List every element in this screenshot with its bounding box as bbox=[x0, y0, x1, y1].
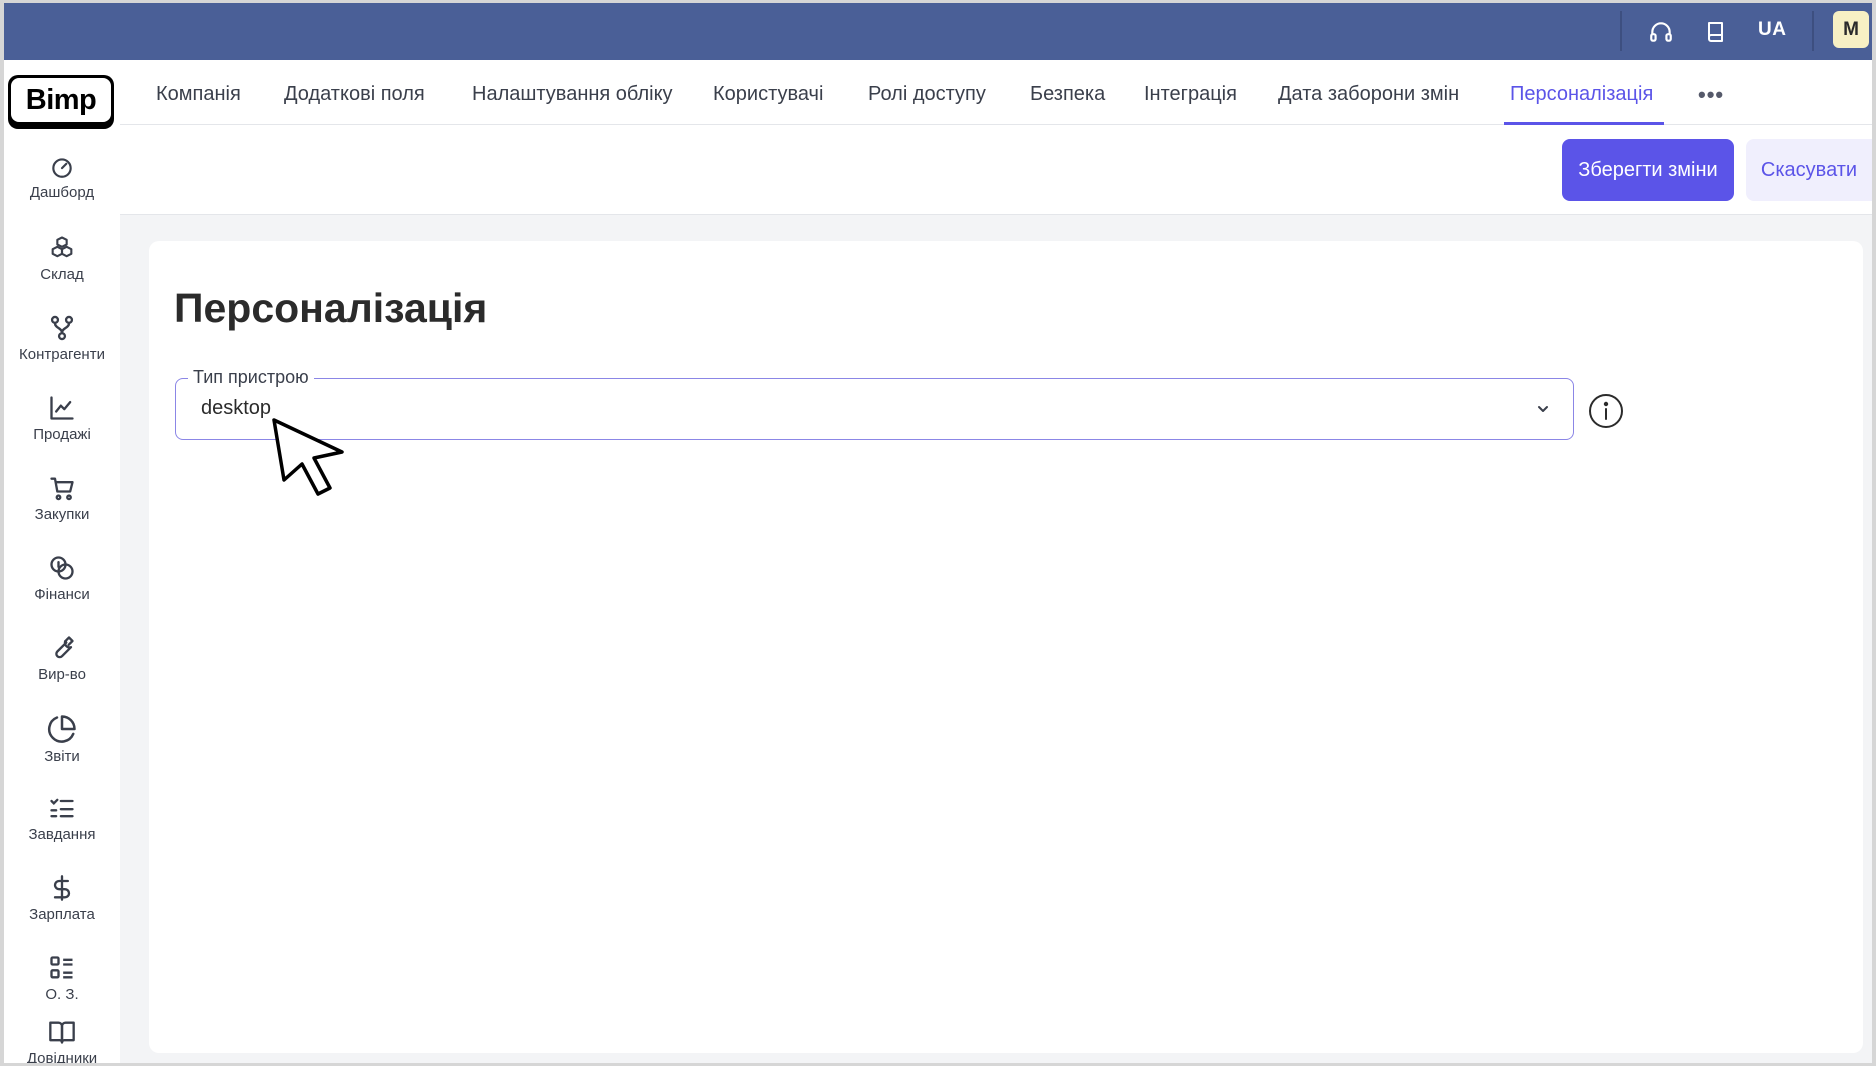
save-button[interactable]: Зберегти зміни bbox=[1562, 139, 1734, 201]
grid-list-icon bbox=[50, 956, 73, 979]
sidebar-item-label: Звіти bbox=[44, 748, 80, 765]
gauge-icon bbox=[52, 158, 72, 178]
cancel-button[interactable]: Скасувати bbox=[1746, 139, 1872, 201]
dollar-icon bbox=[53, 875, 71, 901]
device-type-select[interactable]: Тип пристрою desktop bbox=[175, 367, 1574, 440]
sidebar-item-label: Зарплата bbox=[29, 906, 95, 923]
sidebar: Bimp Дашборд Склад Контрагенти Продажі З… bbox=[4, 60, 120, 1063]
logo-text: Bimp bbox=[11, 78, 111, 122]
sidebar-item-dashboard[interactable]: Дашборд bbox=[4, 154, 120, 226]
sidebar-item-warehouse[interactable]: Склад bbox=[4, 234, 120, 306]
tab-security[interactable]: Безпека bbox=[1030, 83, 1105, 106]
cart-icon bbox=[50, 477, 74, 501]
sidebar-item-label: Довідники bbox=[26, 1050, 98, 1063]
coins-icon bbox=[50, 556, 74, 580]
app-window: UA M Bimp Дашборд Склад Контрагенти Прод… bbox=[4, 3, 1872, 1063]
more-tabs-button[interactable]: ••• bbox=[1698, 82, 1724, 108]
sidebar-item-purchases[interactable]: Закупки bbox=[4, 474, 120, 546]
book-icon[interactable] bbox=[1702, 18, 1730, 46]
tab-additional-fields[interactable]: Додаткові поля bbox=[284, 83, 425, 106]
tab-integration[interactable]: Інтеграція bbox=[1144, 83, 1237, 106]
tab-company[interactable]: Компанія bbox=[156, 83, 241, 106]
settings-tabs: Компанія Додаткові поля Налаштування обл… bbox=[120, 60, 1872, 125]
sidebar-item-finance[interactable]: Фінанси bbox=[4, 554, 120, 626]
page-title: Персоналізація bbox=[174, 285, 488, 331]
info-icon[interactable] bbox=[1588, 393, 1624, 429]
sidebar-item-label: Склад bbox=[40, 266, 84, 283]
sidebar-item-label: Дашборд bbox=[29, 184, 95, 201]
settings-card bbox=[149, 241, 1863, 1053]
chevron-down-icon bbox=[1538, 406, 1548, 412]
action-bar: Зберегти зміни Скасувати bbox=[120, 125, 1872, 215]
sidebar-item-salary[interactable]: Зарплата bbox=[4, 874, 120, 946]
topbar-divider bbox=[1812, 11, 1814, 51]
logo[interactable]: Bimp bbox=[8, 75, 114, 129]
topbar-divider bbox=[1620, 11, 1622, 51]
sidebar-item-label: Фінанси bbox=[34, 586, 90, 603]
sidebar-item-label: Вир-во bbox=[38, 666, 86, 683]
tab-accounting-settings[interactable]: Налаштування обліку bbox=[472, 83, 673, 106]
language-switch[interactable]: UA bbox=[1758, 19, 1786, 41]
sidebar-item-directories[interactable]: Довідники bbox=[4, 1018, 120, 1063]
avatar[interactable]: M bbox=[1833, 11, 1869, 48]
sidebar-item-label: Контрагенти bbox=[19, 346, 105, 363]
sidebar-item-label: Завдання bbox=[28, 826, 96, 843]
tab-personalization[interactable]: Персоналізація bbox=[1510, 83, 1653, 106]
sidebar-item-tasks[interactable]: Завдання bbox=[4, 794, 120, 866]
wrench-icon bbox=[55, 636, 74, 659]
sidebar-item-reports[interactable]: Звіти bbox=[4, 714, 120, 786]
open-book-icon bbox=[49, 1021, 75, 1044]
checklist-icon bbox=[50, 798, 74, 818]
sidebar-item-label: О. З. bbox=[45, 986, 79, 1003]
tab-users[interactable]: Користувачі bbox=[713, 83, 823, 106]
line-chart-icon bbox=[50, 396, 74, 420]
sidebar-item-fixed-assets[interactable]: О. З. bbox=[4, 954, 120, 1026]
sidebar-item-production[interactable]: Вир-во bbox=[4, 634, 120, 706]
sidebar-item-sales[interactable]: Продажі bbox=[4, 394, 120, 466]
top-bar: UA M bbox=[4, 3, 1872, 60]
device-type-value: desktop bbox=[201, 397, 272, 419]
sidebar-item-label: Продажі bbox=[33, 426, 91, 443]
mouse-cursor-icon bbox=[272, 418, 344, 496]
sidebar-item-label: Закупки bbox=[34, 506, 90, 523]
boxes-icon bbox=[51, 236, 73, 258]
device-type-label: Тип пристрою bbox=[188, 367, 314, 388]
sidebar-item-contractors[interactable]: Контрагенти bbox=[4, 314, 120, 386]
pie-chart-icon bbox=[47, 715, 76, 743]
tab-access-roles[interactable]: Ролі доступу bbox=[868, 83, 986, 106]
tab-change-lock-date[interactable]: Дата заборони змін bbox=[1278, 83, 1459, 106]
network-icon bbox=[50, 315, 74, 341]
headset-icon[interactable] bbox=[1647, 18, 1675, 46]
